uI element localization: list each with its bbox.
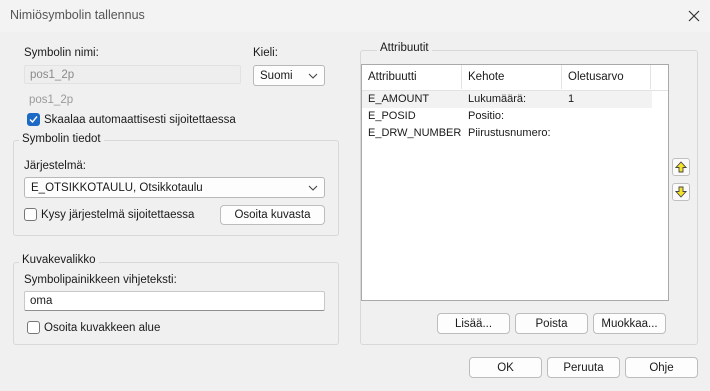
cell-attribute: E_POSID	[368, 110, 416, 122]
hint-text-label: Symbolipainikkeen vihjeteksti:	[24, 274, 177, 286]
add-attribute-button[interactable]: Lisää...	[437, 313, 510, 334]
column-header-default[interactable]: Oletusarvo	[562, 65, 651, 89]
cell-prompt: Positio:	[468, 110, 505, 122]
attributes-list[interactable]: Attribuutti Kehote Oletusarvo E_AMOUNT L…	[361, 64, 669, 301]
checkmark-icon	[29, 116, 38, 124]
language-label: Kieli:	[253, 47, 278, 59]
hint-text-input[interactable]: oma	[24, 291, 325, 311]
move-up-button[interactable]	[672, 158, 690, 176]
symbol-name-secondary: pos1_2p	[29, 94, 74, 106]
pick-area-checkbox-row[interactable]: Osoita kuvakkeen alue	[27, 321, 160, 334]
symbol-name-label: Symbolin nimi:	[24, 47, 99, 59]
ask-system-checkbox[interactable]	[24, 208, 37, 221]
close-button[interactable]	[681, 3, 707, 29]
system-select-value: E_OTSIKKOTAULU, Otsikkotaulu	[31, 181, 203, 194]
cell-prompt: Piirustusnumero:	[468, 127, 551, 139]
column-header-attribute[interactable]: Attribuutti	[362, 65, 462, 89]
ask-system-checkbox-row[interactable]: Kysy järjestelmä sijoitettaessa	[24, 208, 194, 221]
window-title: Nimiösymbolin tallennus	[10, 8, 145, 22]
language-select[interactable]: Suomi	[253, 65, 325, 86]
scale-checkbox-label: Skaalaa automaattisesti sijoitettaessa	[44, 113, 236, 126]
language-select-value: Suomi	[260, 69, 293, 82]
cancel-button[interactable]: Peruuta	[547, 357, 620, 378]
system-select[interactable]: E_OTSIKKOTAULU, Otsikkotaulu	[24, 177, 325, 198]
column-header-prompt[interactable]: Kehote	[462, 65, 562, 89]
arrow-up-icon	[675, 161, 687, 173]
pick-from-image-button[interactable]: Osoita kuvasta	[220, 205, 325, 225]
help-button[interactable]: Ohje	[625, 357, 698, 378]
symbol-name-field: pos1_2p	[24, 65, 241, 84]
cell-attribute: E_DRW_NUMBER	[368, 127, 462, 139]
edit-attribute-button[interactable]: Muokkaa...	[593, 313, 666, 334]
attributes-group-title: Attribuutit	[377, 42, 432, 54]
chevron-down-icon	[308, 73, 318, 79]
table-row[interactable]: E_AMOUNT Lukumäärä: 1	[362, 91, 652, 108]
cell-prompt: Lukumäärä:	[468, 93, 527, 105]
arrow-down-icon	[675, 186, 687, 198]
ok-button[interactable]: OK	[469, 357, 542, 378]
symbol-info-group-title: Symbolin tiedot	[19, 133, 104, 145]
table-row[interactable]: E_POSID Positio:	[362, 108, 652, 125]
pick-area-checkbox-label: Osoita kuvakkeen alue	[44, 321, 161, 334]
system-label: Järjestelmä:	[24, 160, 86, 172]
scale-checkbox-row[interactable]: Skaalaa automaattisesti sijoitettaessa	[27, 113, 236, 126]
image-menu-group-title: Kuvakevalikko	[19, 254, 99, 266]
scale-checkbox[interactable]	[27, 113, 40, 126]
chevron-down-icon	[308, 185, 318, 191]
attributes-list-header: Attribuutti Kehote Oletusarvo	[362, 65, 668, 91]
cell-default: 1	[568, 93, 575, 105]
cell-default	[562, 125, 651, 142]
cell-default	[562, 108, 651, 125]
pick-area-checkbox[interactable]	[27, 321, 40, 334]
close-icon	[688, 10, 700, 22]
cell-attribute: E_AMOUNT	[368, 93, 430, 105]
table-row[interactable]: E_DRW_NUMBER Piirustusnumero:	[362, 125, 652, 142]
ask-system-checkbox-label: Kysy järjestelmä sijoitettaessa	[41, 208, 195, 221]
remove-attribute-button[interactable]: Poista	[515, 313, 588, 334]
move-down-button[interactable]	[672, 183, 690, 201]
